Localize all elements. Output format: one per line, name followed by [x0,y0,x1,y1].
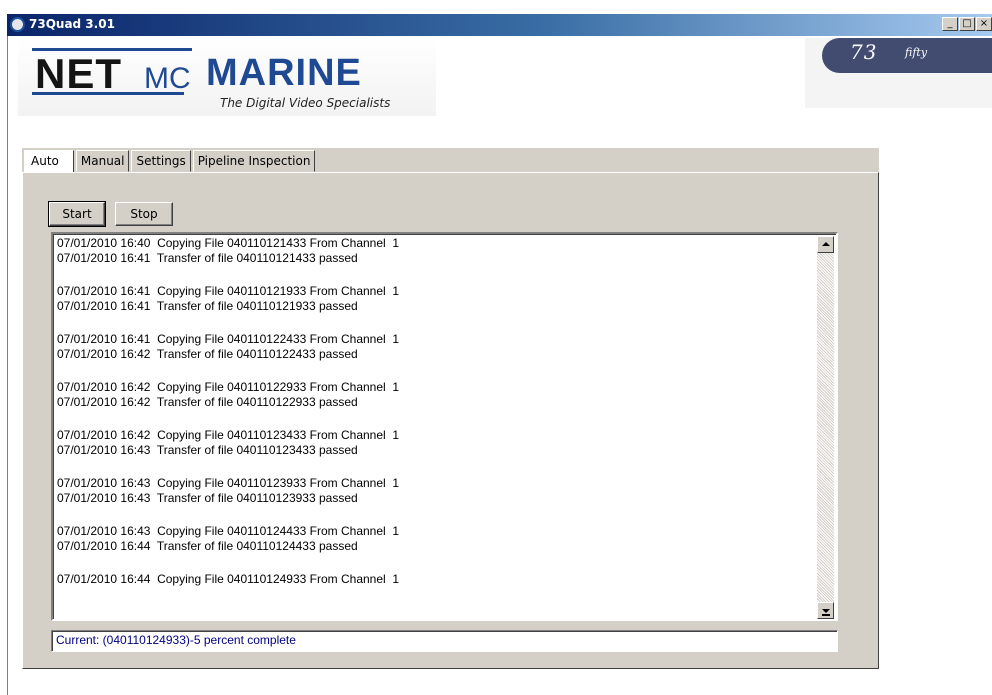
log-datetime: 07/01/2010 16:43 [57,491,151,505]
tab-auto[interactable]: Auto [24,150,74,174]
logo-rule-bottom [32,92,184,95]
log-datetime: 07/01/2010 16:42 [57,395,151,409]
log-line: 07/01/2010 16:41 Copying File 0401101224… [57,332,819,347]
log-datetime: 07/01/2010 16:42 [57,380,151,394]
log-datetime: 07/01/2010 16:43 [57,476,151,490]
log-line: 07/01/2010 16:43 Transfer of file 040110… [57,443,819,458]
logo-mc-text: MC [144,62,191,95]
log-gap [57,554,819,572]
log-line: 07/01/2010 16:44 Transfer of file 040110… [57,539,819,554]
log-message: Transfer of file 040110123933 passed [156,491,358,505]
log-datetime: 07/01/2010 16:42 [57,347,151,361]
log-line: 07/01/2010 16:44 Copying File 0401101249… [57,572,819,587]
log-gap [57,410,819,428]
log-message: Copying File 040110124933 From Channel 1 [157,572,400,586]
transfer-log[interactable]: 07/01/2010 16:40 Copying File 0401101214… [51,232,838,621]
scroll-down-button[interactable] [817,602,834,619]
stop-button[interactable]: Stop [115,202,173,226]
log-datetime: 07/01/2010 16:40 [57,236,151,250]
app-icon[interactable] [10,17,25,32]
log-line: 07/01/2010 16:42 Copying File 0401101229… [57,380,819,395]
window-controls: _ □ × [942,17,992,31]
logo-marine-text: MARINE [206,52,362,94]
log-message: Transfer of file 040110122433 passed [156,347,358,361]
log-message: Copying File 040110124433 From Channel 1 [157,524,400,538]
window-client: NET MC MARINE The Digital Video Speciali… [7,36,992,695]
log-datetime: 07/01/2010 16:43 [57,443,151,457]
log-datetime: 07/01/2010 16:43 [57,524,151,538]
logo-net-text: NET [35,50,122,97]
log-line: 07/01/2010 16:42 Copying File 0401101234… [57,428,819,443]
log-message: Transfer of file 040110124433 passed [156,539,358,553]
log-datetime: 07/01/2010 16:41 [57,251,151,265]
log-scrollbar[interactable] [817,236,834,619]
start-button[interactable]: Start [48,201,106,227]
logo-tagline: The Digital Video Specialists [220,96,391,110]
scroll-end-bar-icon [822,614,830,616]
log-line: 07/01/2010 16:43 Copying File 0401101239… [57,476,819,491]
log-message: Copying File 040110121933 From Channel 1 [157,284,400,298]
log-message: Transfer of file 040110122933 passed [156,395,358,409]
log-message: Copying File 040110122933 From Channel 1 [157,380,400,394]
scroll-up-arrow-icon [822,242,830,246]
log-message: Copying File 040110123433 From Channel 1 [157,428,400,442]
tab-bar: Auto Manual Settings Pipeline Inspection [24,150,317,174]
log-message: Copying File 040110123933 From Channel 1 [157,476,400,490]
log-gap [57,506,819,524]
log-message: Transfer of file 040110121933 passed [156,299,358,313]
log-datetime: 07/01/2010 16:41 [57,332,151,346]
scroll-up-button[interactable] [817,236,834,253]
log-line: 07/01/2010 16:41 Copying File 0401101219… [57,284,819,299]
tab-settings[interactable]: Settings [131,150,191,172]
log-gap [57,266,819,284]
log-line: 07/01/2010 16:42 Transfer of file 040110… [57,395,819,410]
log-datetime: 07/01/2010 16:44 [57,572,151,586]
window-title: 73Quad 3.01 [29,17,115,31]
transfer-log-lines: 07/01/2010 16:40 Copying File 0401101214… [57,236,819,646]
log-datetime: 07/01/2010 16:44 [57,539,151,553]
log-line: 07/01/2010 16:40 Copying File 0401101214… [57,236,819,251]
progress-status-field: Current: (040110124933)-5 percent comple… [51,630,838,652]
scroll-down-arrow-icon [822,609,830,613]
tab-manual[interactable]: Manual [75,150,130,172]
maximize-button[interactable]: □ [959,17,975,31]
log-message: Transfer of file 040110123433 passed [156,443,358,457]
log-datetime: 07/01/2010 16:41 [57,284,151,298]
log-message: Transfer of file 040110121433 passed [156,251,358,265]
log-line: 07/01/2010 16:42 Transfer of file 040110… [57,347,819,362]
close-button[interactable]: × [976,17,992,31]
log-line: 07/01/2010 16:41 Transfer of file 040110… [57,251,819,266]
log-message: Copying File 040110122433 From Channel 1 [157,332,400,346]
tab-pipeline-inspection[interactable]: Pipeline Inspection [192,150,316,172]
log-gap [57,362,819,380]
minimize-button[interactable]: _ [942,17,958,31]
log-datetime: 07/01/2010 16:42 [57,428,151,442]
log-line: 07/01/2010 16:43 Transfer of file 040110… [57,491,819,506]
log-gap [57,314,819,332]
log-gap [57,458,819,476]
log-line: 07/01/2010 16:43 Copying File 0401101244… [57,524,819,539]
log-line: 07/01/2010 16:41 Transfer of file 040110… [57,299,819,314]
title-bar[interactable]: 73Quad 3.01 _ □ × [7,14,992,36]
log-datetime: 07/01/2010 16:41 [57,299,151,313]
product-badge-subtitle: fifty [905,46,928,59]
product-badge-number: 73 [850,40,878,64]
log-message: Copying File 040110121433 From Channel 1 [157,236,400,250]
